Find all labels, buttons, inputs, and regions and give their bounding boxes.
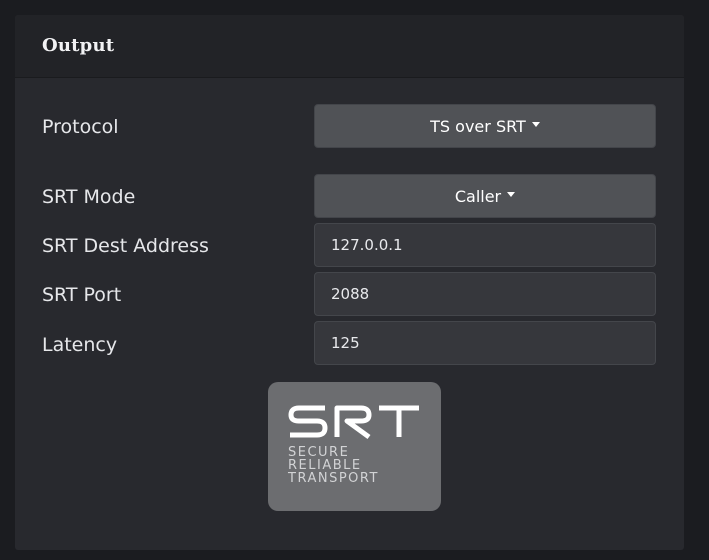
srt-logo-mark (288, 405, 419, 440)
srt-logo-tagline: SECURE RELIABLE TRANSPORT (288, 446, 379, 485)
tagline-transport: TRANSPORT (288, 471, 379, 486)
panel-title: Output (42, 35, 115, 56)
output-panel: Output Protocol TS over SRT SRT Mode Cal… (15, 15, 684, 550)
srt-mode-dropdown[interactable]: Caller (314, 174, 656, 218)
srt-mode-value: Caller (454, 186, 502, 206)
dest-address-label: SRT Dest Address (42, 235, 209, 257)
latency-input[interactable] (314, 321, 656, 365)
protocol-label: Protocol (42, 116, 119, 138)
caret-down-icon (531, 121, 540, 127)
port-input[interactable] (314, 272, 656, 316)
latency-label: Latency (42, 334, 118, 356)
caret-down-icon (507, 191, 516, 197)
srt-mode-label: SRT Mode (42, 186, 136, 208)
panel-header: Output (15, 15, 684, 78)
port-label: SRT Port (42, 284, 122, 306)
srt-logo: SECURE RELIABLE TRANSPORT (268, 382, 441, 511)
dest-address-input[interactable] (314, 223, 656, 267)
protocol-dropdown[interactable]: TS over SRT (314, 104, 656, 148)
protocol-value: TS over SRT (430, 116, 526, 136)
page-background: Output Protocol TS over SRT SRT Mode Cal… (0, 0, 709, 560)
